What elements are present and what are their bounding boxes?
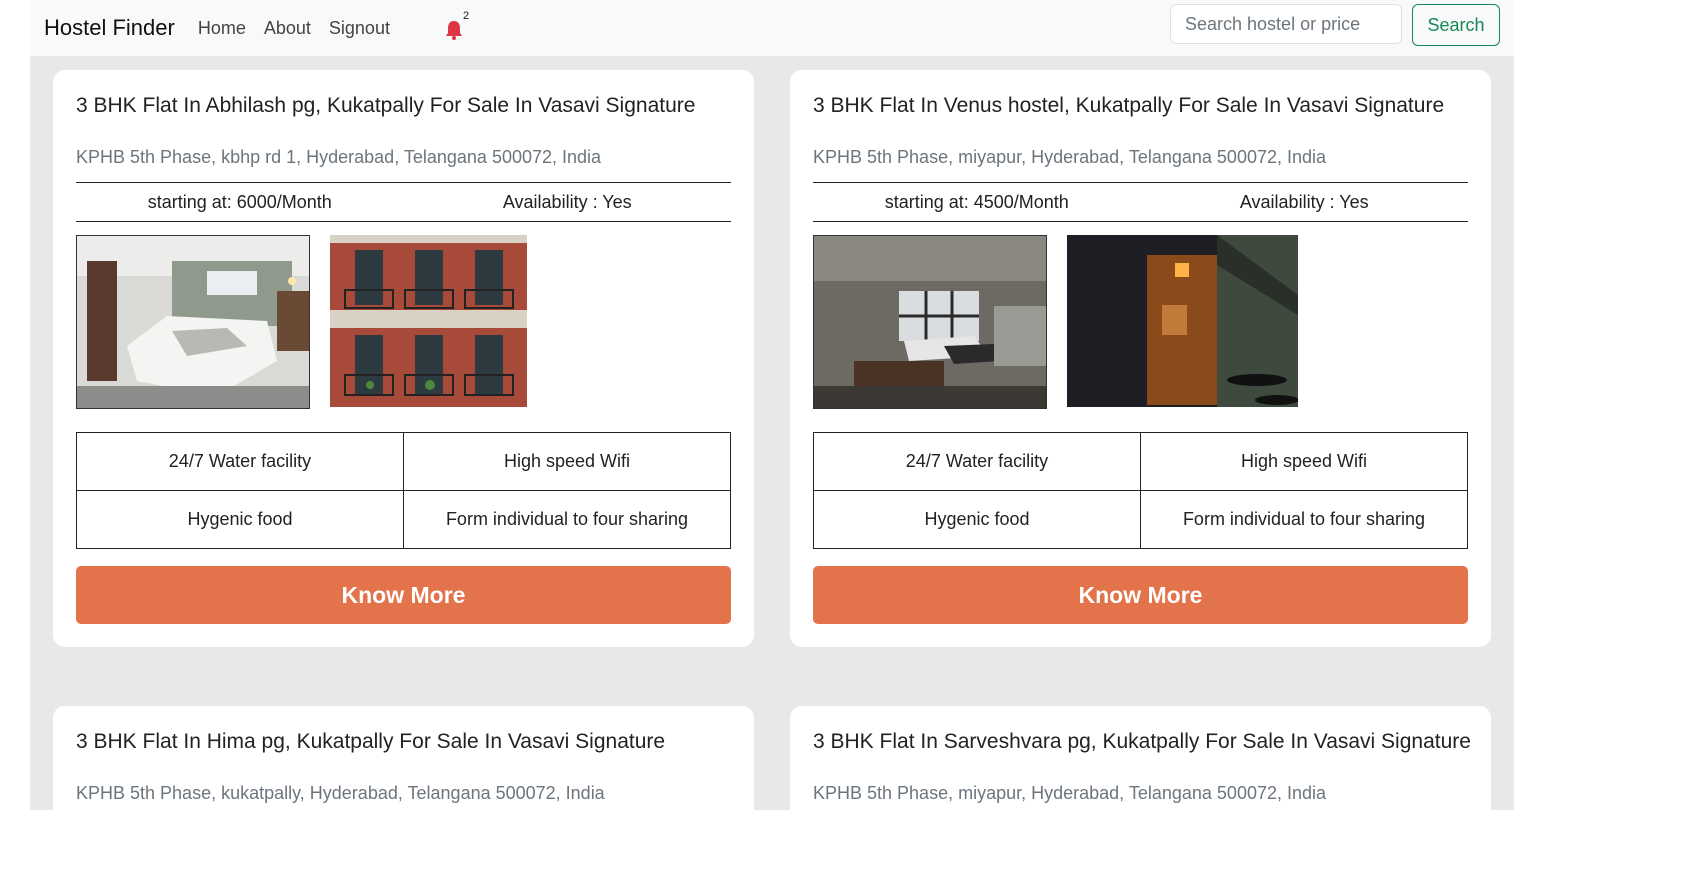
amenities-table: 24/7 Water facility High speed Wifi Hyge… [76, 432, 731, 549]
building-facade-photo[interactable] [330, 235, 527, 407]
hostel-card: 3 BHK Flat In Abhilash pg, Kukatpally Fo… [53, 70, 754, 647]
amenity-cell: High speed Wifi [1140, 432, 1468, 491]
hostel-title: 3 BHK Flat In Venus hostel, Kukatpally F… [813, 94, 1445, 117]
amenity-cell: Hygenic food [813, 490, 1141, 549]
hostel-address: KPHB 5th Phase, kukatpally, Hyderabad, T… [76, 783, 605, 803]
hostel-address: KPHB 5th Phase, kbhp rd 1, Hyderabad, Te… [76, 147, 602, 167]
navbar: Hostel Finder Home About Signout 2 Searc… [30, 0, 1514, 56]
notification-count-badge: 2 [462, 10, 470, 22]
notification-bell[interactable]: 2 [445, 10, 469, 40]
availability-text: Availability : Yes [1239, 191, 1369, 212]
amenity-cell: 24/7 Water facility [76, 432, 404, 491]
nav-about-link[interactable]: About [264, 18, 311, 39]
hostel-card: 3 BHK Flat In Hima pg, Kukatpally For Sa… [53, 706, 754, 810]
search-input[interactable] [1170, 4, 1402, 44]
hostel-title: 3 BHK Flat In Hima pg, Kukatpally For Sa… [76, 730, 666, 753]
price-availability-row: starting at: 4500/Month Availability : Y… [813, 182, 1468, 222]
nav-home-link[interactable]: Home [198, 18, 246, 39]
price-text: starting at: 6000/Month [147, 191, 332, 212]
search-form: Search [1170, 4, 1500, 46]
nav-signout-link[interactable]: Signout [329, 18, 390, 39]
amenities-table: 24/7 Water facility High speed Wifi Hyge… [813, 432, 1468, 549]
studio-room-photo[interactable] [813, 235, 1047, 409]
nav-links: Home About Signout [189, 18, 399, 39]
know-more-button[interactable]: Know More [76, 566, 731, 624]
amenity-cell: 24/7 Water facility [813, 432, 1141, 491]
search-button[interactable]: Search [1412, 4, 1500, 46]
bedroom-photo[interactable] [76, 235, 310, 409]
amenity-cell: High speed Wifi [403, 432, 731, 491]
amenity-cell: Form individual to four sharing [403, 490, 731, 549]
hostel-title: 3 BHK Flat In Sarveshvara pg, Kukatpally… [813, 730, 1471, 753]
hostel-card: 3 BHK Flat In Sarveshvara pg, Kukatpally… [790, 706, 1491, 810]
bell-icon [445, 21, 462, 40]
hostel-title: 3 BHK Flat In Abhilash pg, Kukatpally Fo… [76, 94, 696, 117]
price-availability-row: starting at: 6000/Month Availability : Y… [76, 182, 731, 222]
know-more-button[interactable]: Know More [813, 566, 1468, 624]
availability-text: Availability : Yes [502, 191, 632, 212]
hostel-address: KPHB 5th Phase, miyapur, Hyderabad, Tela… [813, 147, 1327, 167]
amenity-cell: Hygenic food [76, 490, 404, 549]
listing-area: 3 BHK Flat In Abhilash pg, Kukatpally Fo… [30, 56, 1514, 810]
hostel-address: KPHB 5th Phase, miyapur, Hyderabad, Tela… [813, 783, 1327, 803]
door-light-photo[interactable] [1067, 235, 1298, 407]
amenity-cell: Form individual to four sharing [1140, 490, 1468, 549]
price-text: starting at: 4500/Month [884, 191, 1069, 212]
hostel-card: 3 BHK Flat In Venus hostel, Kukatpally F… [790, 70, 1491, 647]
brand-logo[interactable]: Hostel Finder [44, 15, 175, 41]
